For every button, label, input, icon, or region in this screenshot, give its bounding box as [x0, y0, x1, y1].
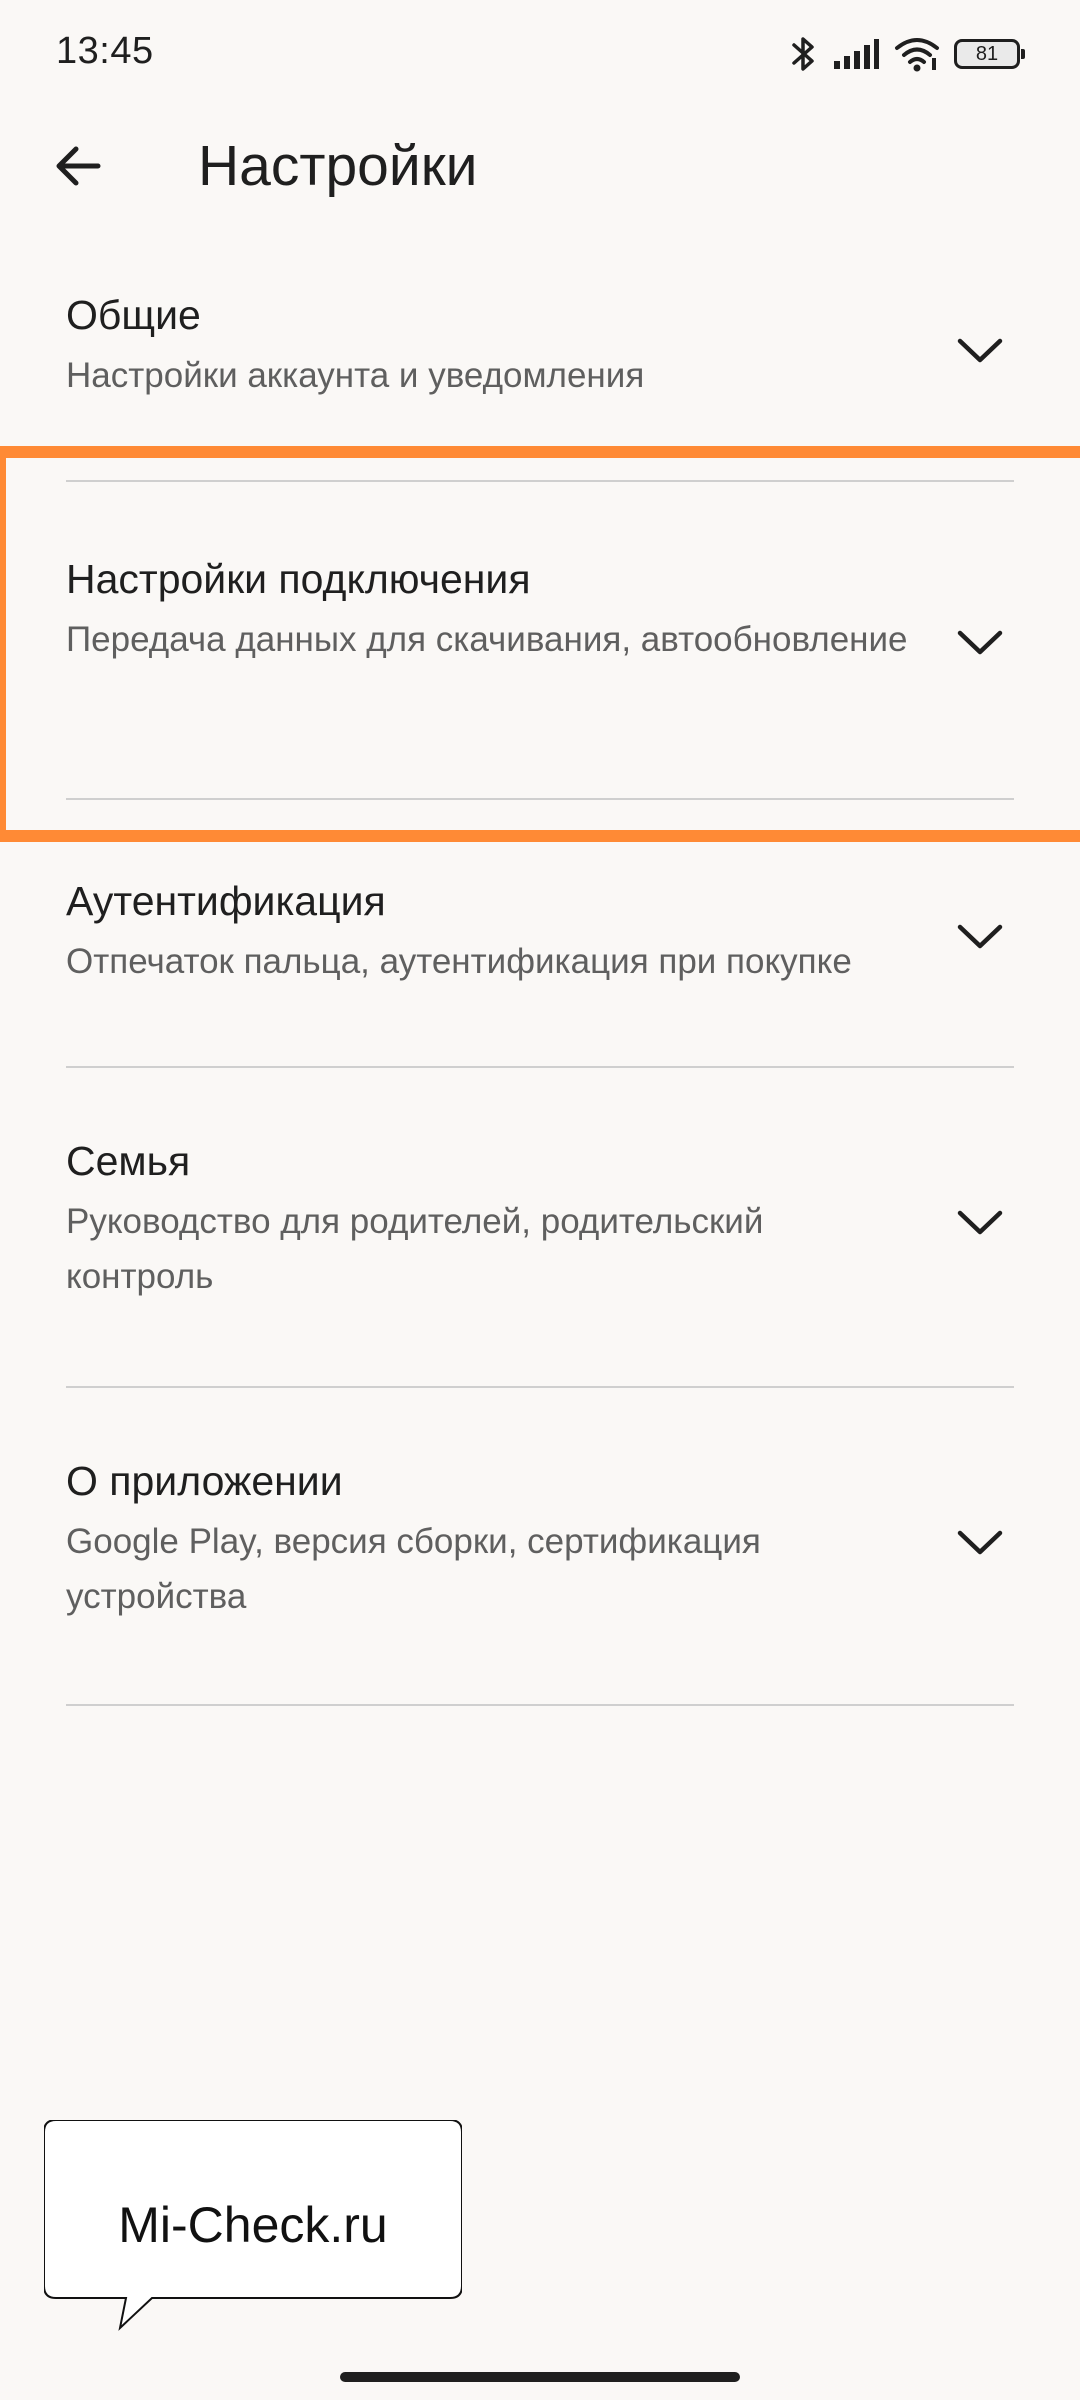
watermark-bubble: Mi-Check.ru — [44, 2120, 462, 2334]
chevron-down-icon[interactable] — [954, 1516, 1006, 1568]
bluetooth-icon — [790, 34, 818, 74]
signal-icon — [832, 37, 880, 71]
chevron-down-icon[interactable] — [954, 910, 1006, 962]
status-bar: 13:45 81 — [0, 0, 1080, 110]
settings-item-title: Семья — [66, 1138, 191, 1184]
settings-item-connection[interactable]: Настройки подключения Передача данных дл… — [0, 482, 1080, 802]
settings-item-authentication[interactable]: Аутентификация Отпечаток пальца, аутенти… — [0, 802, 1080, 1068]
watermark-text: Mi-Check.ru — [118, 2197, 388, 2253]
status-time: 13:45 — [56, 30, 154, 72]
home-indicator[interactable] — [340, 2372, 740, 2382]
arrow-back-icon — [56, 146, 101, 186]
wifi-icon — [894, 36, 940, 72]
chevron-down-icon[interactable] — [954, 1196, 1006, 1248]
settings-item-subtitle: Руководство для родителей, родительский … — [66, 1202, 764, 1296]
settings-item-title: Настройки подключения — [66, 556, 531, 602]
back-button[interactable] — [40, 128, 116, 204]
app-bar: Настройки — [0, 110, 1080, 220]
settings-item-subtitle: Google Play, версия сборки, сертификация… — [66, 1522, 761, 1616]
settings-item-title: О приложении — [66, 1458, 343, 1504]
settings-item-general[interactable]: Общие Настройки аккаунта и уведомления — [0, 250, 1080, 482]
settings-item-title: Общие — [66, 292, 201, 338]
settings-item-subtitle: Передача данных для скачивания, автообно… — [66, 620, 908, 659]
settings-item-subtitle: Настройки аккаунта и уведомления — [66, 356, 645, 395]
chevron-down-icon[interactable] — [954, 324, 1006, 376]
page-title: Настройки — [198, 134, 478, 198]
divider — [66, 1704, 1014, 1706]
battery-level: 81 — [975, 42, 999, 65]
settings-item-subtitle: Отпечаток пальца, аутентификация при пок… — [66, 942, 852, 981]
status-icons: 81 — [790, 28, 1025, 80]
settings-item-about[interactable]: О приложении Google Play, версия сборки,… — [0, 1386, 1080, 1708]
chevron-down-icon[interactable] — [954, 616, 1006, 668]
settings-item-family[interactable]: Семья Руководство для родителей, родител… — [0, 1066, 1080, 1388]
settings-item-title: Аутентификация — [66, 878, 386, 924]
divider — [66, 798, 1014, 800]
battery-icon: 81 — [954, 39, 1025, 69]
